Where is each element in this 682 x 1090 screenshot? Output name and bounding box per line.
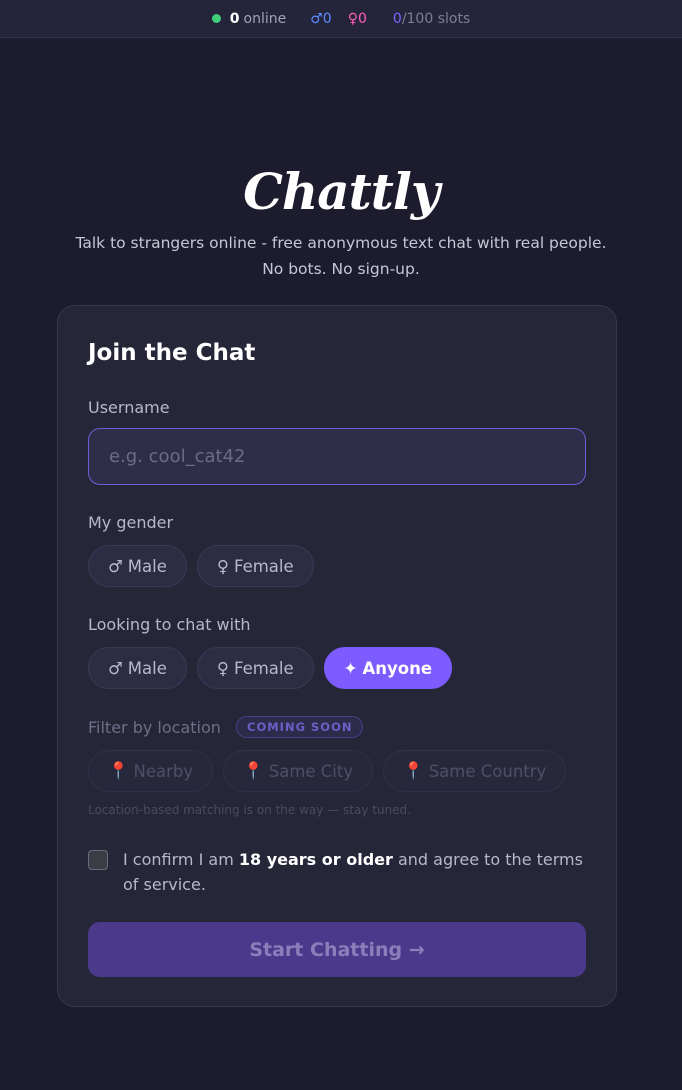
location-country-button: 📍 Same Country	[383, 750, 567, 792]
location-city-button: 📍 Same City	[223, 750, 374, 792]
tagline: Talk to strangers online - free anonymou…	[40, 230, 642, 282]
consent-text: I confirm I am 18 years or older and agr…	[123, 847, 588, 897]
location-label-row: Filter by location COMING SOON	[88, 716, 364, 738]
location-label: Filter by location	[88, 718, 221, 737]
tagline-line-1: Talk to strangers online - free anonymou…	[75, 234, 607, 252]
pin-icon: 📍	[243, 761, 264, 780]
looking-female-button[interactable]: ♀ Female	[196, 647, 314, 689]
location-city-label: Same City	[268, 761, 354, 781]
sparkle-icon: ✦	[343, 658, 358, 678]
slots-stat: 0 /100 slots	[393, 11, 470, 27]
location-nearby-button: 📍 Nearby	[88, 750, 214, 792]
slots-used: 0	[392, 10, 402, 27]
start-chatting-button[interactable]: Start Chatting →	[88, 922, 586, 977]
location-nearby-label: Nearby	[133, 761, 194, 781]
looking-male-button[interactable]: ♂ Male	[88, 647, 187, 689]
location-options: 📍 Nearby 📍 Same City 📍 Same Country	[88, 750, 576, 792]
gender-label: My gender	[88, 513, 174, 532]
female-stat: ♀ 0	[348, 11, 367, 27]
slots-total: /100 slots	[401, 10, 471, 27]
location-hint: Location-based matching is on the way — …	[88, 803, 411, 817]
username-input[interactable]	[88, 428, 586, 485]
male-icon: ♂	[108, 556, 123, 576]
male-count: 0	[322, 10, 332, 27]
coming-soon-badge: COMING SOON	[236, 716, 364, 738]
looking-anyone-button[interactable]: ✦ Anyone	[323, 647, 453, 689]
gender-options: ♂ Male ♀ Female	[88, 545, 324, 587]
logo: Chattly	[243, 162, 440, 221]
gender-female-label: Female	[233, 556, 294, 576]
online-indicator-icon	[211, 14, 221, 23]
status-bar: 0 online ♂ 0 ♀ 0 0 /100 slots	[0, 0, 682, 38]
female-icon: ♀	[347, 10, 358, 27]
looking-anyone-label: Anyone	[362, 658, 433, 678]
location-country-label: Same Country	[428, 761, 547, 781]
looking-female-label: Female	[233, 658, 294, 678]
gender-male-label: Male	[127, 556, 167, 576]
age-consent-checkbox[interactable]	[88, 850, 108, 870]
gender-male-button[interactable]: ♂ Male	[88, 545, 187, 587]
gender-female-button[interactable]: ♀ Female	[196, 545, 314, 587]
looking-male-label: Male	[127, 658, 167, 678]
tagline-line-2: No bots. No sign-up.	[262, 260, 420, 278]
pin-icon: 📍	[108, 761, 129, 780]
female-count: 0	[357, 10, 367, 27]
age-consent: I confirm I am 18 years or older and agr…	[88, 847, 588, 897]
card-title: Join the Chat	[88, 340, 256, 366]
looking-label: Looking to chat with	[88, 615, 251, 634]
male-stat: ♂ 0	[310, 11, 331, 27]
online-stat: 0 online	[211, 10, 287, 27]
female-icon: ♀	[216, 556, 229, 576]
join-form-card: Join the Chat Username My gender ♂ Male …	[57, 305, 617, 1007]
female-icon: ♀	[216, 658, 229, 678]
male-icon: ♂	[310, 10, 323, 27]
pin-icon: 📍	[403, 761, 424, 780]
looking-options: ♂ Male ♀ Female ✦ Anyone	[88, 647, 462, 689]
consent-prefix: I confirm I am	[123, 850, 239, 869]
username-label: Username	[88, 398, 170, 417]
online-count: 0	[229, 10, 240, 27]
male-icon: ♂	[108, 658, 123, 678]
online-label: online	[243, 10, 287, 27]
consent-age: 18 years or older	[238, 850, 393, 869]
